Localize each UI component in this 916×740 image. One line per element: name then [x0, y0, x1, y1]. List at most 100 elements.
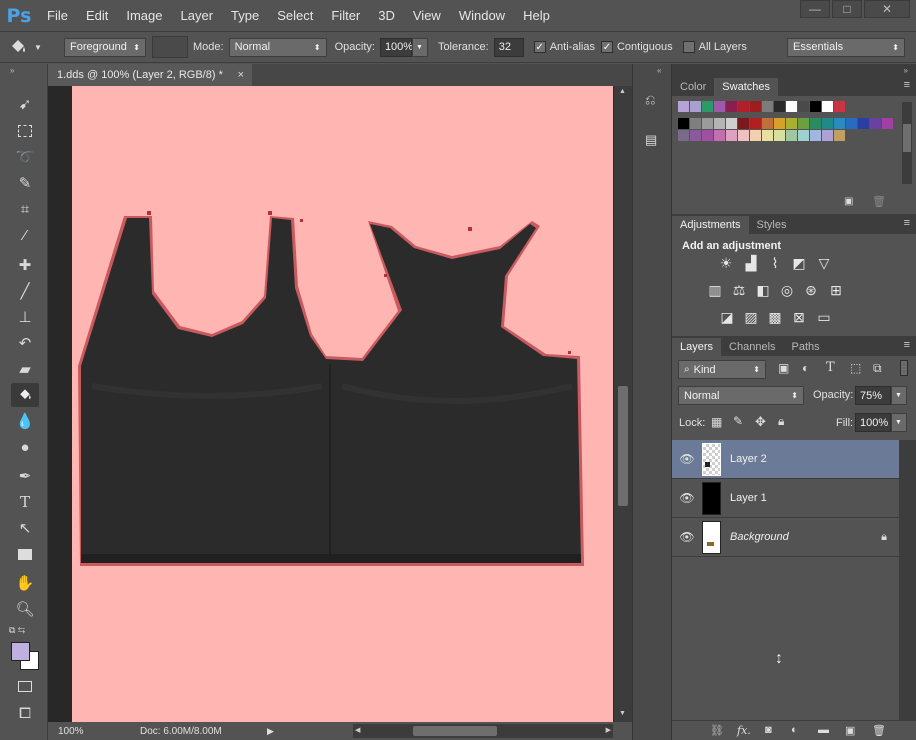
- layer-style-icon[interactable]: fx.: [737, 724, 751, 737]
- filter-toggle-icon[interactable]: [900, 360, 908, 376]
- color-swatch[interactable]: [834, 118, 845, 129]
- color-swatch[interactable]: [822, 118, 833, 129]
- color-swatch[interactable]: [726, 130, 737, 141]
- scroll-right-arrow-icon[interactable]: ▶: [606, 726, 611, 734]
- color-swatch[interactable]: [750, 118, 761, 129]
- tolerance-field[interactable]: 32: [493, 37, 524, 57]
- new-group-icon[interactable]: ▬: [818, 724, 829, 736]
- layer-name[interactable]: Background: [730, 531, 789, 543]
- color-swatch[interactable]: [762, 118, 773, 129]
- horizontal-scroll-thumb[interactable]: [413, 726, 497, 736]
- close-tab-icon[interactable]: ×: [238, 69, 244, 81]
- menu-layer[interactable]: Layer: [172, 0, 223, 31]
- blur-tool-icon[interactable]: 💧: [11, 409, 39, 433]
- type-tool-icon[interactable]: T: [11, 490, 39, 514]
- eyedropper-tool-icon[interactable]: ⁄: [11, 223, 39, 247]
- filter-shape-icon[interactable]: ⬚: [850, 361, 861, 375]
- color-swatch[interactable]: [726, 101, 737, 112]
- menu-select[interactable]: Select: [268, 0, 322, 31]
- foreground-color-swatch[interactable]: [11, 642, 30, 661]
- scroll-up-arrow-icon[interactable]: ▲: [619, 88, 626, 95]
- default-colors-icon[interactable]: ⧉ ⇆: [9, 625, 25, 636]
- fill-slider-button[interactable]: ▼: [891, 413, 907, 432]
- color-swatch[interactable]: [774, 130, 785, 141]
- move-tool-icon[interactable]: ➹: [11, 92, 39, 116]
- menu-view[interactable]: View: [404, 0, 450, 31]
- tool-preset-picker[interactable]: ▼: [8, 37, 64, 57]
- color-swatch[interactable]: [774, 101, 785, 112]
- zoom-tool-icon[interactable]: 🔍︎: [11, 597, 39, 621]
- lock-all-icon[interactable]: 🔒︎: [778, 414, 784, 429]
- dodge-tool-icon[interactable]: ●: [11, 435, 39, 459]
- eraser-tool-icon[interactable]: ▰: [11, 357, 39, 381]
- document-canvas[interactable]: [72, 86, 613, 722]
- curves-icon[interactable]: ⌇: [766, 254, 784, 272]
- channel-mixer-icon[interactable]: ⊛: [802, 281, 820, 299]
- color-swatch[interactable]: [762, 130, 773, 141]
- color-swatch[interactable]: [738, 118, 749, 129]
- properties-panel-icon[interactable]: ▤: [645, 132, 663, 150]
- color-swatch[interactable]: [822, 130, 833, 141]
- color-swatch[interactable]: [834, 130, 845, 141]
- add-mask-icon[interactable]: ◙: [765, 724, 772, 736]
- color-swatch[interactable]: [714, 118, 725, 129]
- trash-icon[interactable]: 🗑︎: [872, 724, 886, 737]
- tab-layers[interactable]: Layers: [672, 338, 722, 356]
- tab-channels[interactable]: Channels: [721, 338, 783, 356]
- marquee-tool-icon[interactable]: [11, 119, 39, 143]
- brightness-contrast-icon[interactable]: ☀: [717, 254, 735, 272]
- color-swatch[interactable]: [750, 130, 761, 141]
- color-swatch[interactable]: [702, 118, 713, 129]
- document-tab[interactable]: 1.dds @ 100% (Layer 2, RGB/8) * ×: [48, 64, 252, 86]
- menu-file[interactable]: File: [38, 0, 77, 31]
- opacity-slider-button[interactable]: ▼: [411, 37, 428, 57]
- lasso-tool-icon[interactable]: ➰: [11, 145, 39, 169]
- filter-adjustment-icon[interactable]: ◐: [802, 361, 809, 375]
- collapse-arrows-icon[interactable]: »: [10, 66, 14, 75]
- opacity-field[interactable]: 100%: [379, 37, 413, 57]
- vertical-scroll-thumb[interactable]: [618, 386, 628, 506]
- scroll-left-arrow-icon[interactable]: ◀: [355, 726, 360, 734]
- visibility-eye-icon[interactable]: 👁︎: [672, 530, 702, 544]
- tab-paths[interactable]: Paths: [784, 338, 828, 356]
- swatches-scroll-thumb[interactable]: [903, 124, 911, 152]
- new-swatch-icon[interactable]: ▣: [844, 196, 853, 207]
- close-window-button[interactable]: ✕: [864, 0, 910, 18]
- paint-bucket-tool-icon[interactable]: [11, 383, 39, 407]
- antialias-checkbox[interactable]: ✓: [533, 41, 546, 53]
- color-swatch[interactable]: [714, 130, 725, 141]
- color-swatch[interactable]: [810, 101, 821, 112]
- new-layer-icon[interactable]: ▣: [845, 724, 855, 737]
- color-swatch[interactable]: [702, 130, 713, 141]
- color-swatch[interactable]: [858, 118, 869, 129]
- vertical-scrollbar[interactable]: ▲ ▼: [614, 86, 632, 722]
- filter-pixel-icon[interactable]: ▣: [778, 361, 789, 375]
- panel-menu-icon[interactable]: ≡: [904, 79, 910, 91]
- color-swatch[interactable]: [834, 101, 845, 112]
- fill-source-dropdown[interactable]: Foreground ⬍: [64, 37, 146, 57]
- color-swatch[interactable]: [786, 118, 797, 129]
- scroll-down-arrow-icon[interactable]: ▼: [619, 710, 626, 717]
- workspace-dropdown[interactable]: Essentials ⬍: [787, 37, 905, 57]
- collapse-arrows-icon[interactable]: «: [657, 66, 661, 75]
- tab-swatches[interactable]: Swatches: [714, 78, 778, 96]
- layer-opacity-field[interactable]: 75%: [855, 386, 891, 405]
- color-swatch[interactable]: [810, 130, 821, 141]
- tab-adjustments[interactable]: Adjustments: [672, 216, 749, 234]
- path-selection-tool-icon[interactable]: ↖: [11, 516, 39, 540]
- layer-name[interactable]: Layer 1: [730, 492, 767, 504]
- invert-icon[interactable]: ◪: [718, 308, 736, 326]
- color-swatch[interactable]: [882, 118, 893, 129]
- clone-stamp-tool-icon[interactable]: ⊥: [11, 305, 39, 329]
- color-swatch[interactable]: [714, 101, 725, 112]
- canvas-area[interactable]: [48, 86, 614, 722]
- all-layers-checkbox[interactable]: [682, 41, 695, 53]
- status-menu-arrow-icon[interactable]: ▶: [267, 726, 274, 737]
- blend-mode-dropdown[interactable]: Normal ⬍: [678, 386, 804, 405]
- color-swatch[interactable]: [690, 118, 701, 129]
- brush-tool-icon[interactable]: ╱: [11, 279, 39, 303]
- color-balance-icon[interactable]: ⚖: [730, 281, 748, 299]
- layer-row-layer-2[interactable]: 👁︎ Layer 2: [672, 440, 899, 479]
- zoom-level[interactable]: 100%: [58, 726, 84, 737]
- color-swatch[interactable]: [690, 101, 701, 112]
